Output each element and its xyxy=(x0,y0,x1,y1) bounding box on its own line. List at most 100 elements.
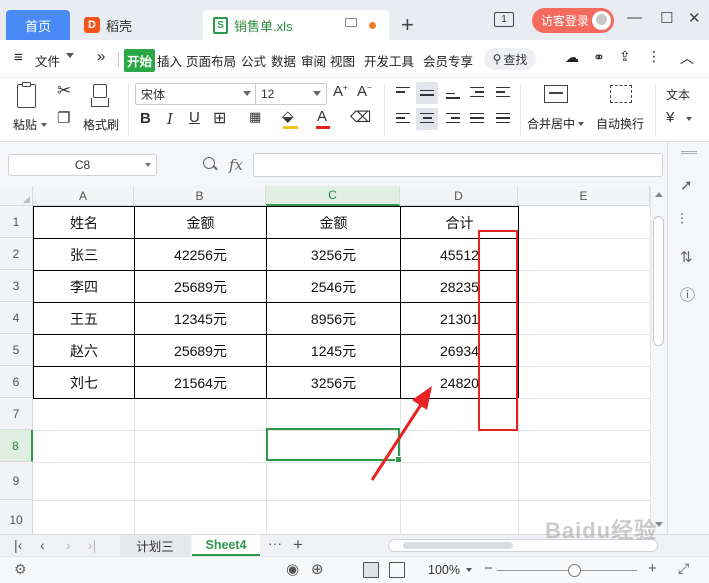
view-mode-icon[interactable]: ⊕ xyxy=(311,560,324,578)
adjust-icon[interactable]: ⫶ xyxy=(680,211,684,228)
normal-view-icon[interactable] xyxy=(363,562,379,578)
collapse-ribbon-icon[interactable]: ︿ xyxy=(680,48,694,68)
tab-daoke[interactable]: D 稻壳 xyxy=(76,10,196,40)
column-header-d[interactable]: D xyxy=(400,186,518,206)
cell-style-icon[interactable]: ▦ xyxy=(249,109,261,125)
expand-more-icon[interactable]: » xyxy=(97,48,105,65)
chevron-down-icon[interactable] xyxy=(686,117,692,121)
column-header-e[interactable]: E xyxy=(518,186,650,206)
header-cell-name[interactable]: 姓名 xyxy=(34,207,134,238)
table-cell[interactable]: 李四 xyxy=(34,271,134,302)
zoom-level[interactable]: 100% xyxy=(428,563,460,577)
row-header-6[interactable]: 6 xyxy=(0,366,33,398)
name-box[interactable]: C8 xyxy=(8,154,157,176)
font-name-select[interactable]: 宋体 xyxy=(135,83,257,105)
font-shrink-icon[interactable]: A− xyxy=(357,83,372,100)
search-button[interactable]: ⚲ 查找 xyxy=(484,48,536,70)
table-cell[interactable]: 刘七 xyxy=(34,367,134,398)
table-cell[interactable]: 2546元 xyxy=(267,271,400,302)
align-left-icon[interactable] xyxy=(396,113,410,126)
table-cell[interactable]: 3256元 xyxy=(267,367,400,398)
close-icon[interactable]: ✕ xyxy=(688,9,701,27)
table-cell[interactable]: 8956元 xyxy=(267,303,400,334)
menu-formula[interactable]: 公式 xyxy=(241,51,266,70)
menu-developer[interactable]: 开发工具 xyxy=(364,51,414,70)
new-tab-button[interactable]: + xyxy=(401,12,414,38)
fill-color-icon[interactable]: ⬙ xyxy=(282,107,294,125)
row-header-10[interactable]: 10 xyxy=(0,500,33,534)
horizontal-scroll-thumb[interactable] xyxy=(403,542,513,549)
zoom-slider[interactable] xyxy=(497,570,637,571)
row-header-8[interactable]: 8 xyxy=(0,430,33,462)
tab-file[interactable]: S 销售单.xls xyxy=(203,10,389,40)
column-header-b[interactable]: B xyxy=(134,186,266,206)
menu-data[interactable]: 数据 xyxy=(271,51,296,70)
login-button[interactable]: 访客登录 xyxy=(532,8,614,33)
menu-review[interactable]: 审阅 xyxy=(301,51,326,70)
table-cell[interactable]: 25689元 xyxy=(135,271,266,302)
vertical-scrollbar[interactable] xyxy=(650,186,667,534)
menu-hamburger-icon[interactable]: ≡ xyxy=(14,49,23,66)
clear-format-icon[interactable]: ⌫ xyxy=(350,108,371,126)
cloud-sync-icon[interactable]: ☁ xyxy=(565,49,579,66)
table-cell[interactable]: 42256元 xyxy=(135,239,266,270)
menu-page-layout[interactable]: 页面布局 xyxy=(186,51,236,70)
help-icon[interactable]: ⓘ xyxy=(680,284,695,305)
eye-protection-icon[interactable]: ◉ xyxy=(286,560,299,578)
paste-button[interactable]: 粘贴 xyxy=(10,82,47,138)
table-cell[interactable]: 赵六 xyxy=(34,335,134,366)
select-all-corner[interactable] xyxy=(0,186,33,206)
table-cell[interactable]: 王五 xyxy=(34,303,134,334)
more-sheets-icon[interactable]: ··· xyxy=(268,535,282,551)
first-sheet-icon[interactable]: |‹ xyxy=(14,537,22,553)
selected-cell-c8[interactable] xyxy=(266,428,402,463)
cursor-select-icon[interactable]: ➚ xyxy=(680,176,693,194)
sheet-tab-sheet4[interactable]: Sheet4 xyxy=(192,535,260,556)
row-header-5[interactable]: 5 xyxy=(0,334,33,366)
tab-home[interactable]: 首页 xyxy=(6,10,70,40)
formula-input[interactable] xyxy=(253,153,663,177)
row-header-3[interactable]: 3 xyxy=(0,270,33,302)
zoom-in-icon[interactable]: + xyxy=(648,560,657,577)
table-cell[interactable]: 21564元 xyxy=(135,367,266,398)
border-icon[interactable]: ⊞ xyxy=(213,108,226,128)
zoom-slider-knob[interactable] xyxy=(568,564,581,577)
prev-sheet-icon[interactable]: ‹ xyxy=(40,537,45,553)
justify-icon[interactable] xyxy=(470,113,484,126)
wrap-text-button[interactable]: 自动换行 xyxy=(592,82,650,138)
menu-start[interactable]: 开始 xyxy=(124,49,156,72)
scroll-up-icon[interactable] xyxy=(655,192,663,197)
table-cell[interactable]: 1245元 xyxy=(267,335,400,366)
underline-icon[interactable]: U xyxy=(189,109,200,126)
cut-icon[interactable]: ✂ xyxy=(57,81,71,101)
align-right-icon[interactable] xyxy=(446,113,460,126)
header-cell-amount-2[interactable]: 金额 xyxy=(267,207,400,238)
page-view-icon[interactable] xyxy=(389,562,405,578)
monitor-icon[interactable] xyxy=(345,18,357,27)
share-icon[interactable]: ⇪ xyxy=(619,48,631,65)
align-bottom-icon[interactable] xyxy=(446,93,460,102)
zoom-out-icon[interactable]: − xyxy=(484,560,493,577)
indent-decrease-icon[interactable] xyxy=(470,87,484,100)
font-color-icon[interactable]: A xyxy=(317,108,327,125)
vertical-scroll-thumb[interactable] xyxy=(653,216,664,346)
currency-icon[interactable]: ¥ xyxy=(666,109,674,126)
sheet-tab-plan3[interactable]: 计划三 xyxy=(120,535,190,556)
header-cell-amount-1[interactable]: 金额 xyxy=(135,207,266,238)
column-header-a[interactable]: A xyxy=(33,186,134,206)
menu-file[interactable]: 文件 xyxy=(35,51,60,70)
more-options-icon[interactable]: ⋮ xyxy=(647,48,661,65)
window-count-badge[interactable]: 1 xyxy=(494,12,514,27)
copy-icon[interactable]: ❐ xyxy=(57,109,70,127)
column-header-c[interactable]: C xyxy=(266,186,400,206)
row-header-4[interactable]: 4 xyxy=(0,302,33,334)
table-cell[interactable]: 25689元 xyxy=(135,335,266,366)
menu-insert[interactable]: 插入 xyxy=(157,51,182,70)
maximize-icon[interactable]: ☐ xyxy=(660,9,673,27)
table-cell[interactable]: 张三 xyxy=(34,239,134,270)
row-header-1[interactable]: 1 xyxy=(0,206,33,238)
minimize-icon[interactable]: — xyxy=(627,9,642,26)
macro-icon[interactable]: ⚙ xyxy=(14,561,27,578)
menu-view[interactable]: 视图 xyxy=(330,51,355,70)
next-sheet-icon[interactable]: › xyxy=(66,537,71,553)
